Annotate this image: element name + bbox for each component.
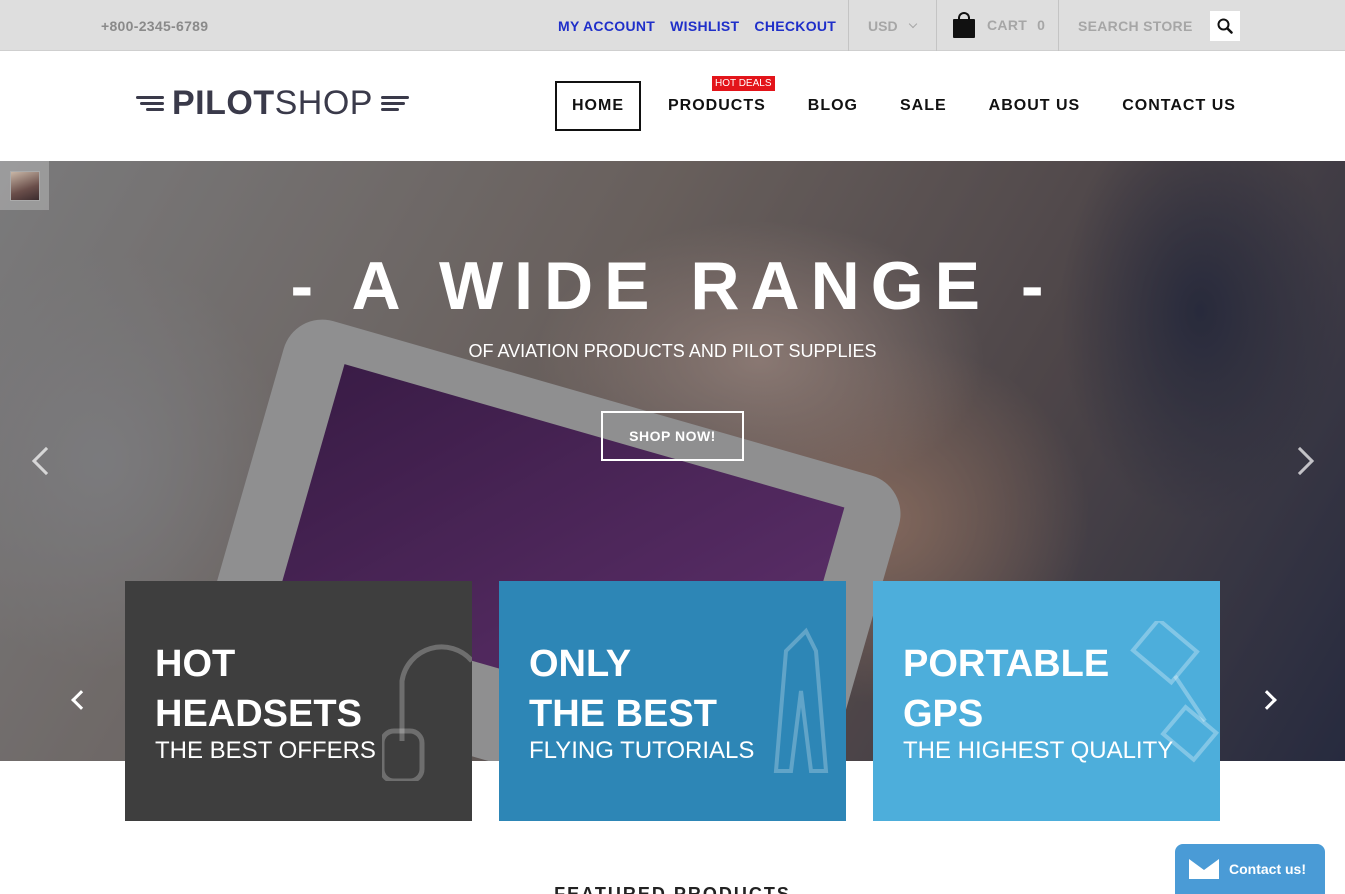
left-wing-icon <box>136 95 164 111</box>
account-links: MY ACCOUNT WISHLIST CHECKOUT <box>558 18 836 34</box>
promo-banner-headsets[interactable]: HOT HEADSETS THE BEST OFFERS <box>125 581 472 821</box>
pilotshop-logo[interactable]: PILOTSHOP <box>136 86 409 120</box>
slider-prev-icon[interactable] <box>31 446 61 476</box>
promo-line3: THE BEST OFFERS <box>155 737 376 764</box>
promo-line1: PORTABLE <box>903 643 1110 685</box>
featured-products-title: FEATURED PRODUCTS <box>554 884 791 894</box>
search-button[interactable] <box>1210 11 1240 41</box>
top-bar: +800-2345-6789 MY ACCOUNT WISHLIST CHECK… <box>0 0 1345 51</box>
hero-subtitle: OF AVIATION PRODUCTS AND PILOT SUPPLIES <box>468 341 877 361</box>
promo-line3: THE HIGHEST QUALITY <box>903 737 1174 764</box>
search-input[interactable] <box>1068 12 1210 40</box>
currency-selector[interactable]: USD <box>868 18 917 34</box>
checkout-link[interactable]: CHECKOUT <box>754 18 836 34</box>
promo-banner-gps[interactable]: PORTABLE GPS THE HIGHEST QUALITY <box>873 581 1220 821</box>
promo-line3: FLYING TUTORIALS <box>529 737 755 764</box>
logo-text: PILOTSHOP <box>172 84 373 122</box>
envelope-icon <box>1189 859 1219 879</box>
nav-sale[interactable]: SALE <box>885 81 962 131</box>
shop-now-button[interactable]: SHOP NOW! <box>601 411 744 461</box>
promo-line1: ONLY <box>529 643 632 685</box>
nav-products[interactable]: PRODUCTS <box>653 81 781 131</box>
chevron-down-icon <box>908 19 917 29</box>
right-wing-icon <box>380 95 409 111</box>
cart-label: CART <box>987 17 1028 33</box>
currency-value: USD <box>868 18 898 34</box>
promo-banner-tutorials[interactable]: ONLY THE BEST FLYING TUTORIALS <box>499 581 846 821</box>
contact-us-widget[interactable]: Contact us! <box>1175 844 1325 894</box>
slide-thumbnail[interactable] <box>0 161 49 210</box>
promo-line2: GPS <box>903 693 984 735</box>
headset-icon <box>382 644 472 781</box>
shopping-bag-icon <box>953 12 975 38</box>
hero-title: - A WIDE RANGE - <box>290 248 1055 324</box>
main-nav: HOME PRODUCTS BLOG SALE ABOUT US CONTACT… <box>555 81 1263 131</box>
divider <box>936 0 937 51</box>
nav-about-us[interactable]: ABOUT US <box>974 81 1096 131</box>
slider-next-icon[interactable] <box>1285 446 1315 476</box>
cart-button[interactable]: CART 0 <box>953 12 1045 38</box>
promo-line2: THE BEST <box>529 693 717 735</box>
flight-suit-icon <box>773 627 829 773</box>
nav-blog[interactable]: BLOG <box>793 81 873 131</box>
nav-contact-us[interactable]: CONTACT US <box>1107 81 1251 131</box>
nav-home[interactable]: HOME <box>555 81 641 131</box>
promo-line2: HEADSETS <box>155 693 362 735</box>
cart-count: 0 <box>1037 17 1045 33</box>
wishlist-link[interactable]: WISHLIST <box>670 18 739 34</box>
phone-number: +800-2345-6789 <box>101 18 209 34</box>
contact-us-label: Contact us! <box>1229 861 1306 877</box>
divider <box>848 0 849 51</box>
promo-line1: HOT <box>155 643 236 685</box>
divider <box>1058 0 1059 51</box>
my-account-link[interactable]: MY ACCOUNT <box>558 18 655 34</box>
search-icon <box>1217 18 1233 34</box>
